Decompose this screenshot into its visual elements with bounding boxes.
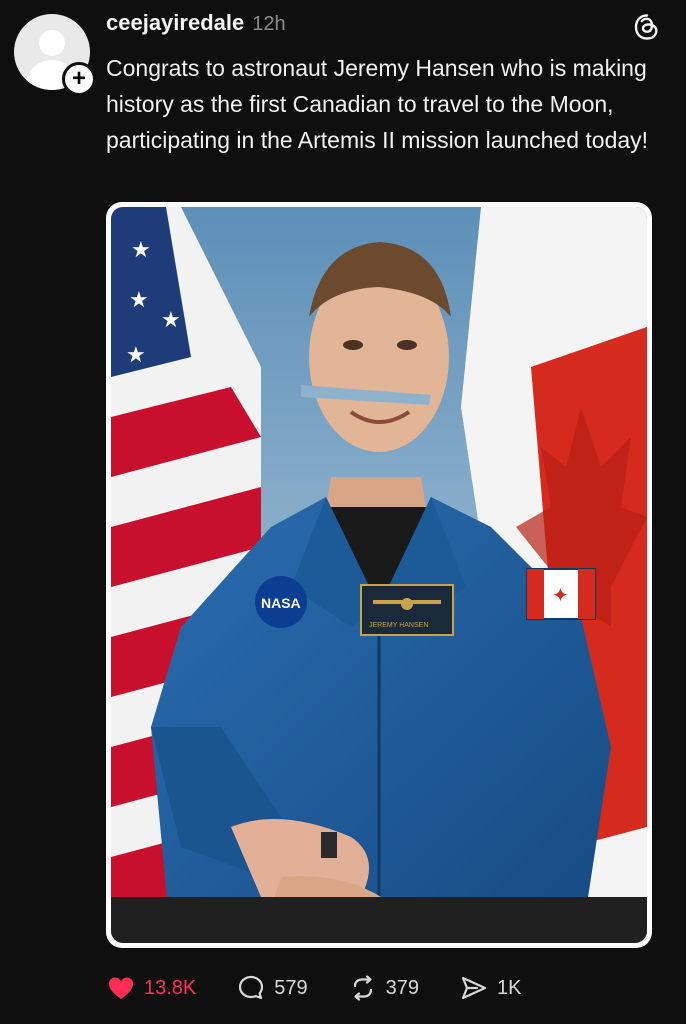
post-image[interactable]: ★ ★ ★ ★ NASA JEREMY HANSEN ✦ — [111, 207, 647, 943]
post-timestamp: 12h — [252, 13, 286, 35]
share-icon — [461, 976, 487, 1000]
svg-text:JEREMY HANSEN: JEREMY HANSEN — [369, 622, 428, 629]
username-link[interactable]: ceejayiredale — [106, 10, 244, 36]
canada-sleeve-patch: ✦ — [526, 568, 596, 620]
repost-button[interactable]: 379 — [348, 973, 419, 1003]
threads-logo-icon[interactable] — [632, 12, 662, 42]
svg-text:★: ★ — [129, 287, 149, 312]
nasa-patch: NASA — [255, 576, 307, 628]
svg-text:✦: ✦ — [552, 585, 569, 607]
follow-plus-icon[interactable]: + — [62, 62, 96, 96]
svg-text:NASA: NASA — [261, 595, 301, 611]
repost-count: 379 — [385, 976, 420, 999]
svg-text:★: ★ — [161, 307, 181, 332]
avatar-head-shape — [39, 30, 65, 56]
comment-icon — [239, 975, 264, 1000]
reply-count: 579 — [274, 976, 308, 999]
post-caption: Congrats to astronaut Jeremy Hansen who … — [106, 55, 649, 153]
repost-icon — [353, 975, 372, 1001]
astronaut-portrait-image: ★ ★ ★ ★ NASA JEREMY HANSEN ✦ — [111, 207, 647, 943]
threads-post: + ceejayiredale 12h Congrats to astronau… — [0, 0, 686, 1024]
share-count: 1K — [497, 976, 522, 999]
action-bar: 13.8K 579 379 1K — [106, 968, 561, 1008]
post-header: ceejayiredale 12h — [106, 10, 286, 36]
share-button[interactable]: 1K — [459, 973, 521, 1003]
like-button[interactable]: 13.8K — [106, 973, 196, 1003]
svg-text:★: ★ — [131, 237, 151, 262]
reply-button[interactable]: 579 — [236, 973, 308, 1003]
like-count: 13.8K — [144, 976, 197, 999]
heart-icon — [109, 977, 133, 999]
name-tag: JEREMY HANSEN — [360, 584, 454, 636]
avatar-container[interactable]: + — [14, 14, 96, 96]
svg-text:★: ★ — [126, 342, 146, 367]
post-image-frame[interactable]: ★ ★ ★ ★ NASA JEREMY HANSEN ✦ — [106, 202, 652, 948]
